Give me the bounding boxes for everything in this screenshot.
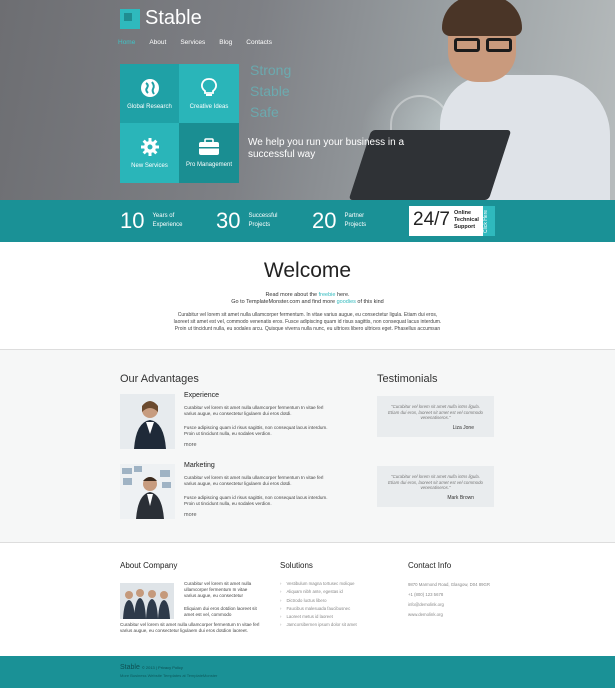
stat-number: 20 — [312, 208, 337, 233]
briefcase-icon — [199, 138, 219, 155]
about-text: Curabitur vel lorem sit amet nulla ullam… — [120, 622, 260, 633]
welcome-title: Welcome — [263, 259, 352, 282]
tile-new-services[interactable]: New Services — [120, 123, 179, 183]
support-hours: 24/7 — [413, 209, 450, 230]
footer-brand: Stable © 2013 | Privacy Policy — [120, 664, 183, 671]
about-heading: About Company — [120, 561, 178, 570]
divider — [0, 542, 615, 543]
more-link[interactable]: more — [184, 512, 197, 518]
advantage-text: Fusce adipiscing quam id risus sagittis,… — [184, 425, 328, 436]
about-text: Eliquiam dui eros dotdion laoreet sit am… — [184, 606, 257, 617]
globe-icon — [140, 78, 159, 97]
about-team-photo — [120, 583, 174, 619]
tile-label: Pro Management — [185, 162, 233, 168]
about-text: Curabitur vel lorem sit amet nulla ullam… — [184, 581, 252, 598]
tagline-line: Strong — [250, 62, 292, 78]
main-nav: Home About Services Blog Contacts — [118, 39, 286, 46]
nav-contacts[interactable]: Contacts — [246, 39, 272, 46]
more-link[interactable]: more — [184, 442, 197, 448]
intro-text: of this kind — [355, 299, 384, 305]
testimonial-author: Mark Brown — [447, 494, 474, 501]
advantage-photo — [120, 464, 175, 519]
nav-about[interactable]: About — [149, 39, 166, 46]
contact-phone: +1 (800) 123 5678 — [408, 592, 444, 597]
tile-label: Global Research — [127, 103, 172, 110]
nav-home[interactable]: Home — [118, 39, 135, 46]
stats-bar: 10 Years of Experience 30 Successful Pro… — [0, 200, 615, 242]
tile-global-research[interactable]: Global Research — [120, 64, 179, 123]
logo-text: Stable — [145, 7, 202, 29]
intro-text: Go to TemplateMonster.com and find more — [231, 299, 337, 305]
hero-subtitle: We help you run your business in a succe… — [248, 137, 405, 160]
footer-brand-name: Stable — [120, 664, 140, 671]
tile-pro-management[interactable]: Pro Management — [179, 123, 239, 183]
stat-number: 10 — [120, 208, 145, 233]
welcome-intro: Read more about the freebie here. Go to … — [0, 292, 615, 306]
hero-banner: Stable Home About Services Blog Contacts… — [0, 0, 615, 200]
footer-sub[interactable]: More Business Website Templates at Templ… — [120, 673, 217, 678]
testimonial-card: "Curabitur vel lorem sit amet nulla intn… — [377, 466, 494, 507]
logo-mark-icon — [120, 8, 140, 29]
tagline-line: Safe — [250, 104, 279, 120]
stat-projects: 30 Successful Projects — [216, 208, 290, 234]
solution-link[interactable]: Dictrodo luctus libero — [280, 597, 357, 605]
advantage-experience: Experience Curabitur vel lorem sit amet … — [120, 392, 330, 452]
hero-tagline: Strong Stable Safe — [250, 60, 291, 123]
stat-label: Partner Projects — [344, 213, 367, 228]
goodies-link[interactable]: goodies — [337, 299, 356, 305]
testimonials-heading: Testimonials — [377, 373, 438, 385]
freebie-link[interactable]: freebie — [319, 292, 336, 298]
testimonial-author: Liza Jone — [452, 424, 474, 431]
stat-years: 10 Years of Experience — [120, 208, 194, 234]
footer-meta[interactable]: © 2013 | Privacy Policy — [142, 665, 183, 670]
solutions-heading: Solutions — [280, 561, 313, 570]
intro-text: Read more about the — [265, 292, 319, 298]
stat-partners: 20 Partner Projects — [312, 208, 386, 234]
advantage-marketing: Marketing Curabitur vel lorem sit amet n… — [120, 462, 330, 522]
intro-text: here. — [335, 292, 350, 298]
lightbulb-icon — [201, 77, 217, 96]
testimonial-quote: "Curabitur vel lorem sit amet nulla intn… — [388, 474, 483, 491]
click-here-button[interactable]: Click Here — [482, 206, 495, 236]
solution-link[interactable]: Laoreet metus id laoreet — [280, 613, 357, 621]
tile-creative-ideas[interactable]: Creative Ideas — [179, 64, 239, 123]
solution-link[interactable]: Aliquam nibh ante, egestas id — [280, 588, 357, 596]
nav-services[interactable]: Services — [180, 39, 205, 46]
hero-person-photo — [348, 0, 615, 200]
nav-blog[interactable]: Blog — [219, 39, 232, 46]
advantage-photo — [120, 394, 175, 449]
contact-address: 9870 Marmond Road, Glasgow, D04 89GR — [408, 582, 490, 587]
tagline-line: Stable — [250, 83, 290, 99]
solutions-list: Vestibulum magna tortusec molique Aliqua… — [280, 580, 357, 630]
logo[interactable]: Stable — [120, 7, 202, 30]
support-badge: 24/7 Online Technical Support Click Here — [409, 206, 495, 236]
feature-tiles: Global Research Creative Ideas New Servi… — [120, 64, 239, 183]
contact-website[interactable]: www.demolink.org — [408, 610, 490, 620]
contact-info: 9870 Marmond Road, Glasgow, D04 89GR +1 … — [408, 580, 490, 620]
footer-bar: Stable © 2013 | Privacy Policy More Busi… — [0, 656, 615, 688]
advantage-text: Fusce adipiscing quam id risus sagittis,… — [184, 495, 328, 506]
testimonial-quote: "Curabitur vel lorem sit amet nulla intn… — [388, 404, 483, 421]
solution-link[interactable]: Jamcorsibernen ipsum dolor sit amet — [280, 621, 356, 629]
solution-link[interactable]: Faucibus malesuada faucibusnec — [280, 605, 357, 613]
support-text: Online Technical Support — [453, 210, 479, 230]
tile-label: Creative Ideas — [189, 103, 229, 110]
contact-email[interactable]: info@demolink.org — [408, 600, 490, 610]
advantage-title: Experience — [184, 392, 220, 399]
advantage-title: Marketing — [184, 462, 215, 469]
advantage-text: Curabitur vel lorem sit amet nulla ullam… — [184, 405, 324, 416]
contact-heading: Contact Info — [408, 561, 452, 570]
advantage-text: Curabitur vel lorem sit amet nulla ullam… — [184, 475, 324, 486]
stat-number: 30 — [216, 208, 241, 233]
stat-label: Successful Projects — [248, 213, 278, 228]
gear-icon — [140, 138, 159, 156]
solution-link[interactable]: Vestibulum magna tortusec molique — [280, 580, 357, 588]
stat-label: Years of Experience — [152, 213, 183, 228]
welcome-body: Curabitur vel lorem sit amet nulla ullam… — [173, 312, 442, 332]
advantages-heading: Our Advantages — [120, 373, 199, 385]
testimonial-card: "Curabitur vel lorem sit amet nulla intn… — [377, 396, 494, 437]
tile-label: New Services — [131, 163, 168, 169]
